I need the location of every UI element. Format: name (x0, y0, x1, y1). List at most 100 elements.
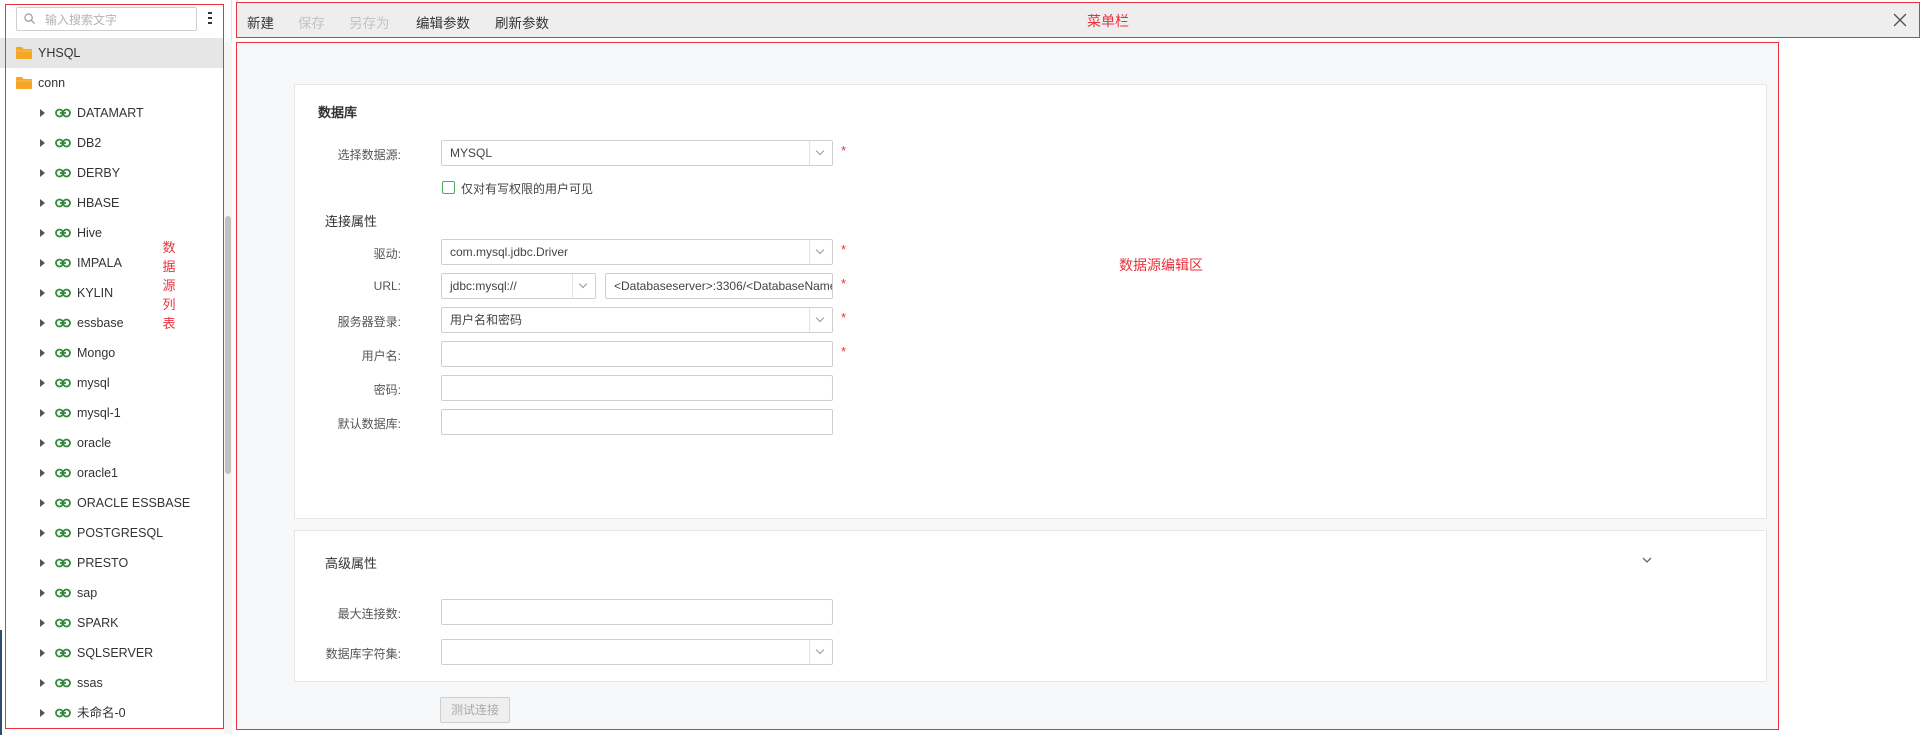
expand-arrow-icon[interactable] (40, 469, 45, 477)
tree-connection-item[interactable]: oracle (0, 428, 224, 458)
tree-connection-label: Hive (77, 226, 103, 240)
tree-connection-label: oracle1 (77, 466, 118, 480)
refresh-params-button[interactable]: 刷新参数 (495, 12, 549, 32)
tree-connection-item[interactable]: IMPALA (0, 248, 224, 278)
close-icon[interactable] (1893, 13, 1907, 27)
expand-arrow-icon[interactable] (40, 259, 45, 267)
tree-connection-item[interactable]: sap (0, 578, 224, 608)
tree-connection-item[interactable]: KYLIN (0, 278, 224, 308)
tree-connection-item[interactable]: SPARK (0, 608, 224, 638)
tree-connection-item[interactable]: PRESTO (0, 548, 224, 578)
expand-arrow-icon[interactable] (40, 439, 45, 447)
tree-connection-label: DERBY (77, 166, 121, 180)
expand-arrow-icon[interactable] (40, 169, 45, 177)
tree-connection-item[interactable]: oracle1 (0, 458, 224, 488)
expand-arrow-icon[interactable] (40, 409, 45, 417)
tree-connection-item[interactable]: ssas (0, 668, 224, 698)
writable-only-checkbox[interactable] (442, 181, 455, 194)
charset-label: 数据库字符集: (325, 647, 401, 661)
expand-arrow-icon[interactable] (40, 619, 45, 627)
tree-connection-label: mysql (77, 376, 110, 390)
tree-connection-item[interactable]: ORACLE ESSBASE (0, 488, 224, 518)
writable-only-label: 仅对有写权限的用户可见 (461, 182, 594, 196)
tree-connection-item[interactable]: mysql (0, 368, 224, 398)
expand-arrow-icon[interactable] (40, 529, 45, 537)
chevron-down-icon[interactable] (809, 240, 832, 264)
link-icon (55, 168, 71, 178)
expand-arrow-icon[interactable] (40, 229, 45, 237)
tree-connection-item[interactable]: HBASE (0, 188, 224, 218)
tree-connection-item[interactable]: 未命名-0 (0, 698, 224, 728)
expand-arrow-icon[interactable] (40, 649, 45, 657)
tree-folder-item[interactable]: YHSQL (0, 38, 224, 68)
sidebar-annotation: 数据源列表 (162, 240, 176, 331)
link-icon (55, 108, 71, 118)
test-connection-button[interactable]: 测试连接 (440, 697, 510, 723)
chevron-down-icon[interactable] (809, 141, 832, 165)
expand-arrow-icon[interactable] (40, 589, 45, 597)
expand-arrow-icon[interactable] (40, 709, 45, 717)
tree-folder-label: YHSQL (38, 46, 81, 60)
tree-connection-item[interactable]: DATAMART (0, 98, 224, 128)
more-menu-icon[interactable] (205, 10, 215, 26)
tree-folder-item[interactable]: conn (0, 68, 224, 98)
link-icon (55, 678, 71, 688)
save-as-button[interactable]: 另存为 (349, 12, 390, 32)
tree-connection-item[interactable]: DERBY (0, 158, 224, 188)
expand-arrow-icon[interactable] (40, 199, 45, 207)
max-connections-input[interactable] (441, 599, 833, 625)
expand-arrow-icon[interactable] (40, 379, 45, 387)
expand-arrow-icon[interactable] (40, 319, 45, 327)
expand-arrow-icon[interactable] (40, 559, 45, 567)
tree-connection-label: Mongo (77, 346, 116, 360)
scrollbar-thumb[interactable] (225, 216, 231, 474)
search-input[interactable] (43, 11, 195, 29)
expand-arrow-icon[interactable] (40, 289, 45, 297)
tree-connection-item[interactable]: DB2 (0, 128, 224, 158)
new-button[interactable]: 新建 (247, 12, 274, 32)
tree-connection-label: IMPALA (77, 256, 122, 270)
chevron-down-icon[interactable] (809, 308, 832, 332)
username-input[interactable] (441, 341, 833, 367)
search-field[interactable] (16, 7, 197, 31)
expand-arrow-icon[interactable] (40, 109, 45, 117)
link-icon (55, 588, 71, 598)
advanced-card: 高级属性 最大连接数: 数据库字符集: (294, 530, 1767, 682)
chevron-down-icon[interactable] (1641, 554, 1653, 566)
chevron-down-icon[interactable] (572, 274, 595, 298)
password-input[interactable] (441, 375, 833, 401)
link-icon (55, 288, 71, 298)
url-input[interactable]: <Databaseserver>:3306/<DatabaseName> (605, 273, 833, 299)
link-icon (55, 438, 71, 448)
expand-arrow-icon[interactable] (40, 679, 45, 687)
expand-arrow-icon[interactable] (40, 349, 45, 357)
expand-arrow-icon[interactable] (40, 139, 45, 147)
folder-icon (16, 77, 32, 89)
tree-connection-label: KYLIN (77, 286, 114, 300)
driver-select[interactable]: com.mysql.jdbc.Driver (441, 239, 833, 265)
chevron-down-icon[interactable] (809, 640, 832, 664)
menu-bar-annotation: 菜单栏 (1087, 13, 1129, 29)
charset-select[interactable] (441, 639, 833, 665)
database-section-title: 数据库 (318, 105, 358, 120)
tree-connection-item[interactable]: SQLSERVER (0, 638, 224, 668)
tree-connection-item[interactable]: essbase (0, 308, 224, 338)
folder-icon (16, 47, 32, 59)
save-button[interactable]: 保存 (298, 12, 325, 32)
default-database-input[interactable] (441, 409, 833, 435)
edit-params-button[interactable]: 编辑参数 (416, 12, 470, 32)
datasource-select[interactable]: MYSQL (441, 140, 833, 166)
tree-connection-label: mysql-1 (77, 406, 121, 420)
datasource-edit-area: 数据库 选择数据源: MYSQL * 仅对有写权限的用户可见 连接属性 驱动: … (236, 42, 1779, 730)
server-login-select[interactable]: 用户名和密码 (441, 307, 833, 333)
url-prefix-select[interactable]: jdbc:mysql:// (441, 273, 596, 299)
link-icon (55, 708, 71, 718)
tree-connection-item[interactable]: Hive (0, 218, 224, 248)
tree-connection-item[interactable]: Mongo (0, 338, 224, 368)
expand-arrow-icon[interactable] (40, 499, 45, 507)
datasource-sidebar: YHSQL conn DATAMART DB2 DERBY HBASE Hive IMPALA… (0, 0, 232, 735)
link-icon (55, 468, 71, 478)
tree-connection-item[interactable]: mysql-1 (0, 398, 224, 428)
advanced-section-title: 高级属性 (325, 556, 378, 571)
tree-connection-item[interactable]: POSTGRESQL (0, 518, 224, 548)
